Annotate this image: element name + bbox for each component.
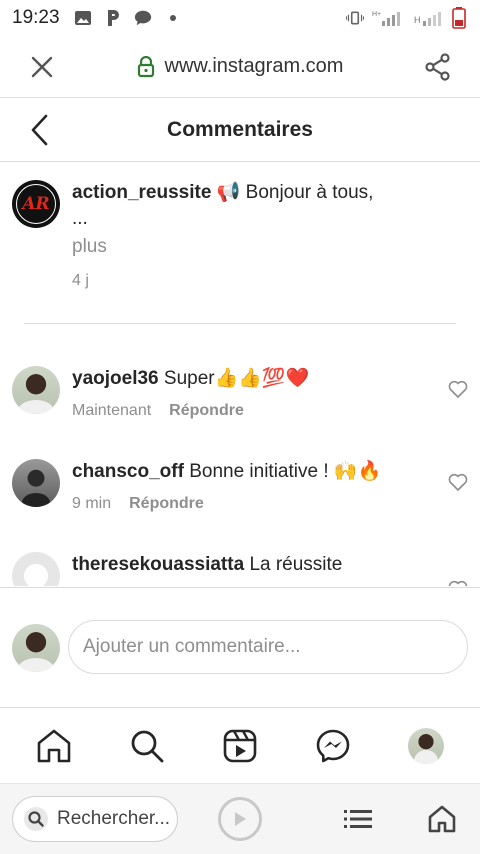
close-tab-button[interactable] bbox=[0, 36, 84, 98]
share-icon bbox=[425, 52, 450, 81]
chat-bubble-icon bbox=[134, 9, 152, 27]
heart-icon bbox=[448, 580, 468, 586]
avatar bbox=[12, 624, 60, 672]
status-time: 19:23 bbox=[12, 7, 60, 28]
more-link[interactable]: plus bbox=[72, 234, 373, 260]
comment-text: La réussite bbox=[249, 554, 343, 575]
comment-username[interactable]: yaojoel36 bbox=[72, 368, 159, 389]
comment-item: theresekouassiatta La réussite bbox=[12, 552, 468, 586]
avatar[interactable] bbox=[12, 552, 60, 586]
brand-logo: AR bbox=[22, 194, 50, 214]
home-icon bbox=[38, 729, 71, 762]
messenger-icon bbox=[316, 729, 350, 762]
comment-body: theresekouassiatta La réussite bbox=[72, 552, 412, 586]
comment-body: yaojoel36 Super👍👍💯❤️ Maintenant Répondre bbox=[72, 366, 412, 420]
browser-menu-button[interactable] bbox=[338, 799, 378, 839]
comment-text: Bonne initiative ! 🙌🔥 bbox=[189, 461, 382, 482]
play-icon bbox=[235, 812, 246, 826]
home-icon bbox=[428, 805, 456, 833]
back-button[interactable] bbox=[0, 98, 84, 162]
comment-item: chansco_off Bonne initiative ! 🙌🔥 9 min … bbox=[12, 459, 468, 513]
notification-icons bbox=[74, 9, 182, 27]
search-icon bbox=[131, 730, 164, 762]
like-button[interactable] bbox=[448, 580, 468, 586]
vibrate-icon bbox=[346, 9, 364, 27]
nav-home-button[interactable] bbox=[26, 718, 82, 774]
comment-item: yaojoel36 Super👍👍💯❤️ Maintenant Répondre bbox=[12, 366, 468, 420]
caption-body: action_reussite 📢 Bonjour à tous, ... pl… bbox=[72, 180, 373, 294]
comment-text: Super👍👍💯❤️ bbox=[163, 368, 310, 389]
comment-username[interactable]: theresekouassiatta bbox=[72, 554, 244, 575]
nav-messenger-button[interactable] bbox=[305, 718, 361, 774]
caption-username[interactable]: action_reussite bbox=[72, 182, 211, 203]
megaphone-icon: 📢 bbox=[216, 182, 241, 203]
signal-icon-2: H bbox=[414, 9, 442, 27]
add-comment-bar bbox=[0, 587, 480, 707]
comment-input[interactable] bbox=[68, 620, 468, 674]
nav-search-button[interactable] bbox=[119, 718, 175, 774]
battery-icon bbox=[450, 7, 468, 29]
like-button[interactable] bbox=[448, 380, 468, 400]
heart-icon bbox=[448, 473, 468, 491]
comment-username[interactable]: chansco_off bbox=[72, 461, 184, 482]
chevron-left-icon bbox=[31, 114, 48, 145]
browser-search-field[interactable]: Rechercher... bbox=[12, 796, 178, 842]
divider bbox=[24, 323, 456, 324]
url-display[interactable]: www.instagram.com bbox=[84, 55, 396, 78]
avatar[interactable] bbox=[12, 366, 60, 414]
avatar[interactable] bbox=[12, 459, 60, 507]
reply-button[interactable]: Répondre bbox=[129, 495, 204, 513]
browser-bottom-bar: Rechercher... bbox=[0, 783, 480, 854]
browser-url-bar: www.instagram.com bbox=[0, 36, 480, 98]
comment-body: chansco_off Bonne initiative ! 🙌🔥 9 min … bbox=[72, 459, 412, 513]
close-icon bbox=[31, 56, 53, 77]
system-icons: H+ H bbox=[346, 7, 468, 29]
nav-reels-button[interactable] bbox=[212, 718, 268, 774]
url-text: www.instagram.com bbox=[164, 55, 344, 77]
share-button[interactable] bbox=[396, 36, 480, 98]
status-bar: 19:23 H+ H bbox=[0, 0, 480, 36]
browser-search-label: Rechercher... bbox=[57, 808, 170, 829]
heart-icon bbox=[448, 380, 468, 398]
media-play-button[interactable] bbox=[218, 797, 262, 841]
svg-text:H+: H+ bbox=[372, 11, 381, 18]
instagram-bottom-nav bbox=[0, 707, 480, 783]
avatar bbox=[407, 727, 444, 764]
like-button[interactable] bbox=[448, 473, 468, 493]
reels-icon bbox=[223, 729, 257, 762]
reply-button[interactable]: Répondre bbox=[169, 402, 244, 420]
lock-icon bbox=[137, 55, 154, 77]
signal-icon: H+ bbox=[372, 9, 406, 27]
parking-icon bbox=[104, 9, 122, 27]
caption-text: Bonjour à tous, bbox=[245, 182, 374, 203]
caption-time: 4 j bbox=[72, 272, 89, 289]
caption-ellipsis: ... bbox=[72, 208, 88, 229]
nav-profile-button[interactable] bbox=[398, 718, 454, 774]
comment-time: Maintenant bbox=[72, 402, 152, 419]
svg-text:H: H bbox=[414, 15, 421, 25]
comments-header: Commentaires bbox=[0, 98, 480, 162]
comments-list[interactable]: yaojoel36 Super👍👍💯❤️ Maintenant Répondre… bbox=[0, 340, 480, 586]
search-icon bbox=[24, 807, 48, 831]
gallery-icon bbox=[74, 9, 92, 27]
browser-home-button[interactable] bbox=[422, 799, 462, 839]
dot-icon bbox=[164, 9, 182, 27]
avatar[interactable]: AR bbox=[12, 180, 60, 228]
comment-time: 9 min bbox=[72, 495, 112, 512]
post-caption: AR action_reussite 📢 Bonjour à tous, ...… bbox=[12, 180, 468, 294]
list-icon bbox=[344, 810, 372, 828]
